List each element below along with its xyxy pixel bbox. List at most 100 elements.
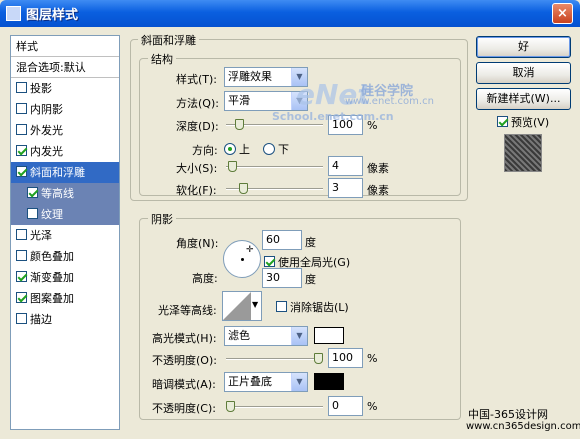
size-slider-thumb[interactable]: [228, 161, 237, 172]
cancel-button[interactable]: 取消: [476, 62, 571, 84]
altitude-input[interactable]: 30: [262, 268, 302, 288]
bevel-group-title: 斜面和浮雕: [138, 32, 199, 48]
direction-label: 方向:: [192, 144, 218, 157]
radio-selected-icon: [224, 143, 236, 155]
angle-input[interactable]: 60: [262, 230, 302, 250]
highlight-mode-label: 高光模式(H):: [152, 332, 217, 345]
list-item-2[interactable]: 内阴影: [11, 99, 119, 120]
checkbox-icon[interactable]: [16, 313, 27, 324]
chevron-down-icon: ▼: [252, 300, 259, 309]
soften-input[interactable]: 3: [328, 178, 363, 198]
list-item-label: 纹理: [41, 208, 63, 221]
highlight-opacity-label: 不透明度(O):: [152, 354, 217, 367]
direction-up-radio[interactable]: 上: [224, 141, 250, 157]
direction-down-radio[interactable]: 下: [263, 141, 289, 157]
size-unit: 像素: [367, 162, 389, 175]
method-label: 方法(Q):: [176, 97, 219, 110]
ok-button[interactable]: 好: [476, 36, 571, 58]
checkbox-icon[interactable]: [16, 229, 27, 240]
dial-center-dot: [241, 258, 244, 261]
checkbox-icon[interactable]: [16, 250, 27, 261]
list-item-9[interactable]: 颜色叠加: [11, 246, 119, 267]
highlight-color-swatch[interactable]: [314, 327, 344, 344]
title-bar: [0, 0, 580, 27]
list-item-label: 描边: [30, 313, 52, 326]
list-item-1[interactable]: 投影: [11, 78, 119, 99]
shadow-opacity-slider-thumb[interactable]: [226, 401, 235, 412]
shadow-opacity-unit: %: [367, 400, 378, 413]
list-item-label: 内发光: [30, 145, 63, 158]
footer-watermark-1: 中国-365设计网: [468, 408, 548, 421]
checkbox-checked-icon[interactable]: [16, 145, 27, 156]
depth-slider-thumb[interactable]: [235, 119, 244, 130]
window-title: 图层样式: [26, 8, 79, 23]
gloss-contour-label: 光泽等高线:: [158, 304, 217, 317]
antialias-checkbox[interactable]: 消除锯齿(L): [276, 299, 349, 315]
chevron-down-icon: ▼: [291, 373, 307, 391]
shading-title: 阴影: [148, 211, 176, 227]
soften-slider-thumb[interactable]: [239, 183, 248, 194]
list-item-label: 斜面和浮雕: [30, 166, 85, 179]
checkbox-icon[interactable]: [27, 208, 38, 219]
checkbox-checked-icon[interactable]: [27, 187, 38, 198]
style-preview-thumbnail: [504, 134, 542, 172]
highlight-opacity-slider-track[interactable]: [226, 358, 323, 360]
soften-label: 软化(F):: [176, 184, 217, 197]
altitude-label: 高度:: [192, 272, 218, 285]
angle-dial[interactable]: ✛: [223, 240, 261, 278]
list-item-8[interactable]: 光泽: [11, 225, 119, 246]
list-item-4[interactable]: 内发光: [11, 141, 119, 162]
list-item-label: 投影: [30, 82, 52, 95]
gloss-contour-picker[interactable]: ▼: [222, 291, 262, 321]
new-style-button[interactable]: 新建样式(W)...: [476, 88, 571, 110]
checkbox-icon[interactable]: [16, 103, 27, 114]
list-item-blend-options[interactable]: 混合选项:默认: [11, 57, 119, 78]
checkbox-icon[interactable]: [16, 124, 27, 135]
list-item-10[interactable]: 渐变叠加: [11, 267, 119, 288]
list-header-styles[interactable]: 样式: [11, 36, 119, 57]
altitude-unit: 度: [305, 273, 316, 286]
checkbox-checked-icon: [497, 116, 508, 127]
list-item-5[interactable]: 斜面和浮雕: [11, 162, 119, 183]
size-label: 大小(S):: [176, 162, 218, 175]
checkbox-checked-icon: [264, 256, 275, 267]
list-item-label: 等高线: [41, 187, 74, 200]
shadow-opacity-label: 不透明度(C):: [152, 402, 216, 415]
list-item-label: 内阴影: [30, 103, 63, 116]
list-item-label: 外发光: [30, 124, 63, 137]
size-slider-track[interactable]: [226, 166, 323, 168]
watermark-site: www.enet.com.cn: [345, 96, 434, 107]
shadow-opacity-slider-track[interactable]: [226, 406, 323, 408]
checkbox-checked-icon[interactable]: [16, 271, 27, 282]
highlight-opacity-input[interactable]: 100: [328, 348, 363, 368]
preview-checkbox[interactable]: 预览(V): [497, 114, 549, 130]
checkbox-checked-icon[interactable]: [16, 292, 27, 303]
close-button[interactable]: ×: [552, 3, 573, 24]
list-item-6[interactable]: 等高线: [11, 183, 119, 204]
shadow-color-swatch[interactable]: [314, 373, 344, 390]
angle-unit: 度: [305, 236, 316, 249]
preview-label: 预览(V): [511, 116, 550, 129]
direction-down-label: 下: [278, 143, 289, 156]
shadow-mode-select[interactable]: 正片叠底 ▼: [224, 372, 308, 392]
angle-label: 角度(N):: [176, 237, 219, 250]
list-item-label: 渐变叠加: [30, 271, 74, 284]
contour-preview-icon: [223, 292, 251, 320]
list-item-12[interactable]: 描边: [11, 309, 119, 330]
size-input[interactable]: 4: [328, 156, 363, 176]
checkbox-icon[interactable]: [16, 82, 27, 93]
list-item-7[interactable]: 纹理: [11, 204, 119, 225]
list-item-label: 光泽: [30, 229, 52, 242]
shadow-mode-label: 暗调模式(A):: [152, 378, 216, 391]
list-item-3[interactable]: 外发光: [11, 120, 119, 141]
highlight-opacity-slider-thumb[interactable]: [314, 353, 323, 364]
highlight-mode-select[interactable]: 滤色 ▼: [224, 326, 308, 346]
structure-title: 结构: [148, 51, 176, 67]
checkbox-checked-icon[interactable]: [16, 166, 27, 177]
shadow-opacity-input[interactable]: 0: [328, 396, 363, 416]
checkbox-icon: [276, 301, 287, 312]
crosshair-icon: ✛: [246, 245, 254, 255]
depth-label: 深度(D):: [176, 120, 219, 133]
list-item-11[interactable]: 图案叠加: [11, 288, 119, 309]
radio-icon: [263, 143, 275, 155]
